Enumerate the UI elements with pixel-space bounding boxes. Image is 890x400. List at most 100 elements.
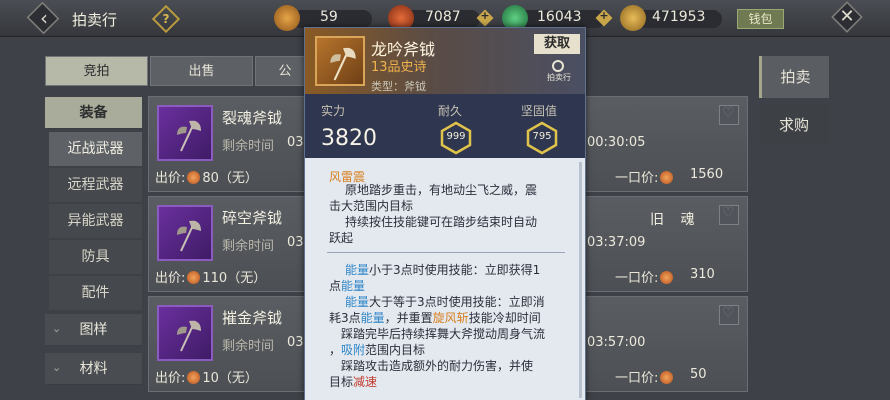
coin-icon bbox=[660, 171, 674, 184]
time-left-value: 03 bbox=[287, 135, 304, 150]
time-left-value: 03:37:09 bbox=[587, 235, 646, 250]
bid-price: 出价: 10（无） bbox=[155, 367, 258, 386]
solidity-label: 坚固值 bbox=[521, 104, 558, 118]
axe-icon bbox=[177, 120, 201, 152]
stomp-rule: 踩踏完毕后持续挥舞大斧搅动周身气流 bbox=[341, 327, 546, 341]
energy-text: ，并重置 bbox=[384, 311, 433, 325]
bid-price: 出价: 80（无） bbox=[155, 167, 258, 186]
bid-label: 出价: bbox=[155, 271, 186, 286]
energy-text: 大于等于3点时使用技能：立即消 bbox=[369, 295, 545, 309]
energy-keyword: 能量 bbox=[345, 263, 370, 277]
buyout-label: 一口价: bbox=[615, 267, 675, 286]
time-left-label: 剩余时间 bbox=[222, 339, 275, 354]
item-name: 裂魂斧钺 bbox=[222, 109, 283, 127]
skill-desc: 原地踏步重击，有地动尘飞之威，震 bbox=[345, 183, 538, 197]
plus-icon[interactable]: + bbox=[479, 9, 491, 22]
energy-text: 点 bbox=[329, 279, 342, 293]
buyout-value: 50 bbox=[690, 367, 707, 382]
time-left-value: 03:57:00 bbox=[587, 335, 646, 350]
tab-auction[interactable]: 拍卖 bbox=[759, 56, 829, 98]
buyout-label-text: 一口价: bbox=[615, 171, 659, 186]
currency-coin-value: 471953 bbox=[652, 9, 706, 25]
back-arrow-icon[interactable]: ‹ bbox=[34, 4, 54, 32]
energy-text: 耗3点 bbox=[329, 311, 361, 325]
stomp-text: ， bbox=[329, 343, 342, 357]
page-title: 拍卖行 bbox=[72, 11, 118, 29]
fetch-button[interactable]: 获取 bbox=[534, 34, 580, 54]
plus-icon[interactable]: + bbox=[598, 9, 610, 22]
auction-label[interactable]: 拍卖行 bbox=[547, 72, 571, 83]
energy-text: 小于3点时使用技能：立即获得1 bbox=[369, 263, 541, 277]
heart-icon[interactable]: ♡ bbox=[722, 105, 735, 121]
coin-icon bbox=[660, 271, 674, 284]
sidebar-item-ranged[interactable]: 远程武器 bbox=[49, 168, 142, 202]
popup-item-grade: 13品史诗 bbox=[371, 60, 427, 75]
popup-item-icon bbox=[315, 36, 365, 86]
strength-label: 实力 bbox=[321, 104, 346, 118]
energy-rule: 能量小于3点时使用技能：立即获得1 bbox=[345, 262, 540, 278]
strength-value: 3820 bbox=[321, 126, 377, 151]
skill-desc: 持续按住技能键可在踏步结束时自动 bbox=[345, 215, 538, 229]
stomp-rule: 目标减速 bbox=[329, 374, 377, 390]
energy-rule: 耗3点能量，并重置旋风斩技能冷却时间 bbox=[329, 310, 541, 326]
sidebar-category-equipment[interactable]: 装备 bbox=[45, 97, 142, 129]
time-left-value: 00:30:05 bbox=[587, 135, 646, 150]
currency-bag-value: 59 bbox=[320, 9, 338, 25]
tab-request[interactable]: 求购 bbox=[759, 104, 829, 146]
tab-bidding[interactable]: 竞拍 bbox=[45, 56, 148, 86]
sidebar-item-psionic[interactable]: 异能武器 bbox=[49, 204, 142, 238]
durability-label: 耐久 bbox=[438, 104, 463, 118]
buyout-value: 1560 bbox=[690, 167, 724, 182]
durability-value: 999 bbox=[446, 131, 466, 142]
stomp-rule: ，吸附范围内目标 bbox=[329, 342, 425, 358]
time-left-value: 03 bbox=[287, 235, 304, 250]
wallet-button[interactable]: 钱包 bbox=[737, 9, 784, 29]
coin-icon bbox=[187, 371, 201, 384]
buyout-label: 一口价: bbox=[615, 367, 675, 386]
item-name: 摧金斧钺 bbox=[222, 309, 283, 327]
close-icon[interactable]: ✕ bbox=[833, 3, 861, 31]
stomp-rule: 踩踏攻击造成额外的耐力伤害，并使 bbox=[341, 359, 534, 373]
bid-price: 出价: 110（无） bbox=[155, 267, 266, 286]
coin-icon bbox=[187, 271, 201, 284]
bid-label: 出价: bbox=[155, 371, 186, 386]
heart-icon[interactable]: ♡ bbox=[722, 205, 735, 221]
energy-rule: 点能量 bbox=[329, 278, 365, 294]
item-icon bbox=[157, 305, 213, 361]
bid-value: 80（无） bbox=[202, 171, 258, 186]
tab-sell[interactable]: 出售 bbox=[150, 56, 253, 86]
energy-keyword: 能量 bbox=[360, 311, 385, 325]
scrollbar[interactable] bbox=[579, 162, 582, 398]
skill-desc: 跃起 bbox=[329, 231, 354, 245]
axe-icon bbox=[330, 47, 356, 81]
time-left-label: 剩余时间 bbox=[222, 139, 275, 154]
buyout-label-text: 一口价: bbox=[615, 371, 659, 386]
sidebar-item-armor[interactable]: 防具 bbox=[49, 240, 142, 274]
energy-rule: 能量大于等于3点时使用技能：立即消 bbox=[345, 294, 545, 310]
time-left-label: 剩余时间 bbox=[222, 239, 275, 254]
chevron-down-icon: ⌄ bbox=[52, 361, 62, 374]
axe-icon bbox=[177, 220, 201, 252]
buyout-value: 310 bbox=[690, 267, 715, 282]
popup-item-type: 类型：斧钺 bbox=[371, 80, 426, 93]
sidebar-item-melee[interactable]: 近战武器 bbox=[49, 132, 142, 166]
heart-icon[interactable]: ♡ bbox=[722, 305, 735, 321]
help-icon[interactable]: ? bbox=[156, 9, 176, 29]
energy-keyword: 能量 bbox=[345, 295, 370, 309]
item-name: 碎空斧钺 bbox=[222, 209, 283, 227]
stomp-keyword: 吸附 bbox=[341, 343, 366, 357]
auction-icon[interactable] bbox=[552, 60, 564, 72]
stomp-text: 目标 bbox=[329, 375, 354, 389]
energy-text: 技能冷却时间 bbox=[468, 311, 541, 325]
chevron-down-icon: ⌄ bbox=[52, 322, 62, 335]
buyout-label-text: 一口价: bbox=[615, 271, 659, 286]
buyout-label: 一口价: bbox=[615, 167, 675, 186]
currency-jade-value: 16043 bbox=[537, 9, 582, 25]
axe-icon bbox=[177, 320, 201, 352]
solidity-value: 795 bbox=[532, 131, 552, 142]
coin-bar-icon bbox=[620, 5, 646, 31]
item-icon bbox=[157, 105, 213, 161]
skill-desc: 击大范围内目标 bbox=[329, 199, 414, 213]
sidebar-item-accessory[interactable]: 配件 bbox=[49, 276, 142, 310]
item-detail-popup: 龙吟斧钺 13品史诗 类型：斧钺 获取 拍卖行 实力 3820 耐久 999 坚… bbox=[304, 27, 586, 400]
